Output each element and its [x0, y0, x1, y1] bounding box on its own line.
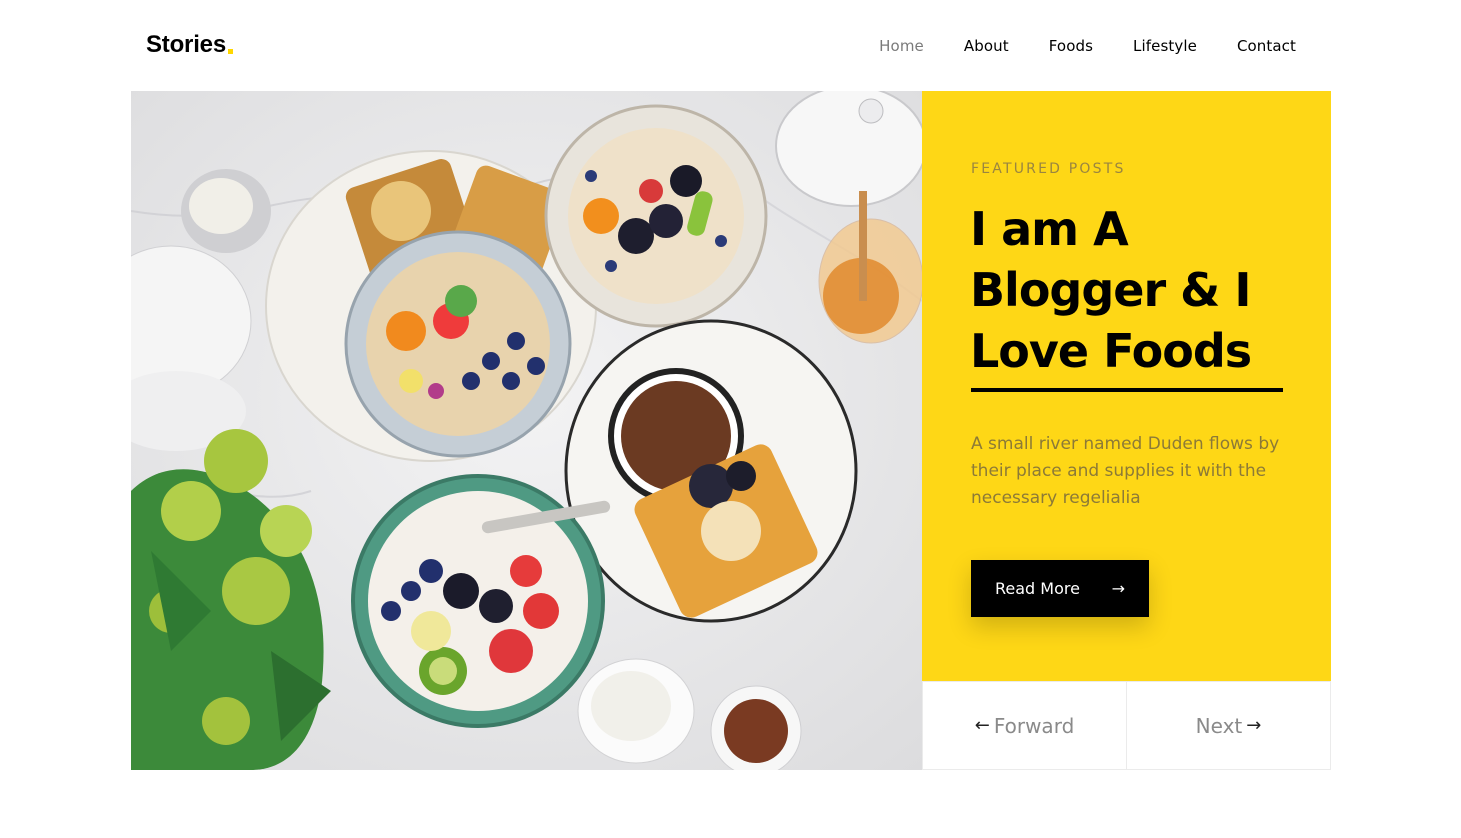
logo-dot	[227, 49, 233, 54]
hero-image	[131, 91, 922, 770]
next-label: Next	[1195, 713, 1243, 738]
nav-home[interactable]: Home	[879, 36, 924, 56]
next-button[interactable]: Next →	[1126, 682, 1330, 769]
read-more-label: Read More	[995, 579, 1080, 598]
nav-foods[interactable]: Foods	[1049, 36, 1093, 56]
headline-underline	[971, 388, 1283, 392]
site-logo-text: Stories	[146, 31, 226, 58]
breakfast-photo	[131, 91, 922, 770]
page: Stories Home About Foods Lifestyle Conta…	[0, 0, 1461, 838]
nav-about[interactable]: About	[964, 36, 1009, 56]
featured-eyebrow: FEATURED POSTS	[971, 161, 1126, 177]
read-more-button[interactable]: Read More →	[971, 560, 1149, 617]
nav-contact[interactable]: Contact	[1237, 36, 1296, 56]
arrow-right-icon: →	[1246, 715, 1262, 736]
post-pager: ← Forward Next →	[922, 681, 1331, 770]
nav-lifestyle[interactable]: Lifestyle	[1133, 36, 1197, 56]
main-nav: Home About Foods Lifestyle Contact	[879, 36, 1296, 56]
arrow-right-icon: →	[1111, 579, 1125, 598]
site-logo[interactable]: Stories	[146, 30, 233, 60]
arrow-left-icon: ←	[974, 715, 990, 736]
featured-description: A small river named Duden flows by their…	[971, 434, 1280, 508]
featured-card: FEATURED POSTS I am A Blogger & I Love F…	[922, 91, 1331, 681]
featured-headline[interactable]: I am A Blogger & I Love Foods	[970, 199, 1290, 382]
forward-label: Forward	[993, 713, 1075, 738]
forward-button[interactable]: ← Forward	[923, 682, 1126, 769]
